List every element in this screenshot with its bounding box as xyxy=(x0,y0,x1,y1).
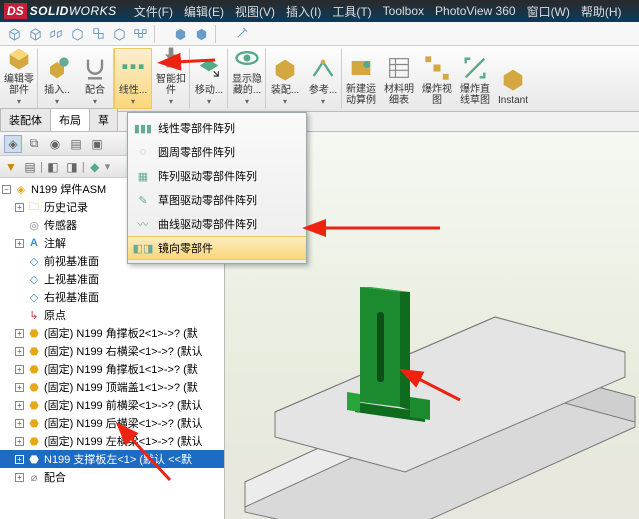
panel-tab-display-icon[interactable]: ◉ xyxy=(46,135,64,153)
pattern-driven-icon: ▦ xyxy=(134,167,152,185)
tree-origin[interactable]: ↳原点 xyxy=(0,306,224,324)
dd-curve-driven[interactable]: 〰曲线驱动零部件阵列 xyxy=(128,212,306,236)
panel-tab-other-icon[interactable]: ▣ xyxy=(88,135,106,153)
tree-opt2-icon[interactable]: ◨ xyxy=(63,158,81,176)
tree-display-icon[interactable]: ▤ xyxy=(21,158,39,176)
menu-view[interactable]: 视图(V) xyxy=(230,1,280,22)
menu-edit[interactable]: 编辑(E) xyxy=(179,1,229,22)
ribbon-edit-component[interactable]: 编辑零 部件▾ xyxy=(0,48,38,109)
ribbon-show-hide[interactable]: 显示隐 藏的...▾ xyxy=(228,48,266,109)
ribbon-explode-line-sketch[interactable]: 爆炸直 线草图 xyxy=(456,48,494,109)
ribbon-ref-geometry[interactable]: 参考...▾ xyxy=(304,48,342,109)
menu-file[interactable]: 文件(F) xyxy=(129,1,178,22)
tab-assembly[interactable]: 装配体 xyxy=(0,108,51,131)
dd-sketch-driven[interactable]: ✎草图驱动零部件阵列 xyxy=(128,188,306,212)
tree-opt3-icon[interactable]: ◆ xyxy=(86,158,104,176)
tree-part-1[interactable]: +⬣(固定) N199 右横梁<1>->? (默认 xyxy=(0,342,224,360)
ribbon-mate[interactable]: 配合▾ xyxy=(76,48,114,109)
tree-part-5[interactable]: +⬣(固定) N199 后横梁<1>->? (默认 xyxy=(0,414,224,432)
qbtn-cube4-icon[interactable] xyxy=(67,24,87,44)
qbtn-cube6-icon[interactable] xyxy=(109,24,129,44)
tree-part-2[interactable]: +⬣(固定) N199 角撑板1<1>->? (默 xyxy=(0,360,224,378)
ribbon: 编辑零 部件▾ 插入..▾ 配合▾ 线性...▾ 智能扣 件▾ 移动...▾ 显… xyxy=(0,46,639,112)
linear-pattern-icon: ▮▮▮ xyxy=(134,119,152,137)
panel-tab-tree-icon[interactable]: ◈ xyxy=(4,135,22,153)
logo: DS SOLIDWORKS xyxy=(4,3,117,19)
menu-help[interactable]: 帮助(H) xyxy=(576,1,627,22)
qbtn-cube2-icon[interactable] xyxy=(25,24,45,44)
quickbar xyxy=(0,22,639,46)
tab-layout[interactable]: 布局 xyxy=(50,108,90,131)
tree-part-6[interactable]: +⬣(固定) N199 左横梁<1>->? (默认 xyxy=(0,432,224,450)
tree-part-4[interactable]: +⬣(固定) N199 前横梁<1>->? (默认 xyxy=(0,396,224,414)
qbtn-tool-icon[interactable] xyxy=(231,24,251,44)
menu-toolbox[interactable]: Toolbox xyxy=(378,2,429,20)
qbtn-solid1-icon[interactable] xyxy=(170,24,190,44)
ribbon-bom[interactable]: 材料明 细表 xyxy=(380,48,418,109)
curve-driven-icon: 〰 xyxy=(134,215,152,233)
menu-insert[interactable]: 插入(I) xyxy=(281,1,326,22)
qbtn-solid2-icon[interactable] xyxy=(191,24,211,44)
panel-tab-annotation-icon[interactable]: ▤ xyxy=(67,135,85,153)
menu-window[interactable]: 窗口(W) xyxy=(522,1,575,22)
tree-mates[interactable]: +⌀配合 xyxy=(0,468,224,486)
ds-logo-icon: DS xyxy=(4,3,27,19)
dd-pattern-driven[interactable]: ▦阵列驱动零部件阵列 xyxy=(128,164,306,188)
dd-linear-pattern[interactable]: ▮▮▮线性零部件阵列 xyxy=(128,116,306,140)
linear-pattern-dropdown: ▮▮▮线性零部件阵列 ◌圆周零部件阵列 ▦阵列驱动零部件阵列 ✎草图驱动零部件阵… xyxy=(127,112,307,264)
qbtn-cube1-icon[interactable] xyxy=(4,24,24,44)
ribbon-linear-pattern[interactable]: 线性...▾ xyxy=(114,48,152,109)
titlebar: DS SOLIDWORKS 文件(F) 编辑(E) 视图(V) 插入(I) 工具… xyxy=(0,0,639,22)
sketch-driven-icon: ✎ xyxy=(134,191,152,209)
tree-filter-icon[interactable]: ▼ xyxy=(2,158,20,176)
tabstrip: 装配体 布局 草 xyxy=(0,112,639,132)
ribbon-move[interactable]: 移动...▾ xyxy=(190,48,228,109)
ribbon-exploded-view[interactable]: 爆炸视 图 xyxy=(418,48,456,109)
tree-part-selected[interactable]: +⬣N199 支撑板左<1> (默认 <<默 xyxy=(0,450,224,468)
app-name: SOLIDWORKS xyxy=(30,4,117,18)
circular-pattern-icon: ◌ xyxy=(134,143,152,161)
menu-tools[interactable]: 工具(T) xyxy=(327,1,376,22)
ribbon-insert[interactable]: 插入..▾ xyxy=(38,48,76,109)
tab-sketch[interactable]: 草 xyxy=(89,108,118,131)
tree-opt1-icon[interactable]: ◧ xyxy=(44,158,62,176)
qbtn-cube5-icon[interactable] xyxy=(88,24,108,44)
ribbon-new-motion-study[interactable]: 新建运 动算例 xyxy=(342,48,380,109)
mirror-components-icon: ◧◨ xyxy=(134,239,152,257)
ribbon-assembly-features[interactable]: 装配...▾ xyxy=(266,48,304,109)
qbtn-cube3-icon[interactable] xyxy=(46,24,66,44)
qbtn-cube7-icon[interactable] xyxy=(130,24,150,44)
dd-mirror-components[interactable]: ◧◨镜向零部件 xyxy=(128,236,306,260)
tree-plane-top[interactable]: ◇上视基准面 xyxy=(0,270,224,288)
menu-photoview[interactable]: PhotoView 360 xyxy=(430,2,521,20)
ribbon-smart-fastener[interactable]: 智能扣 件▾ xyxy=(152,48,190,109)
ribbon-instant3d[interactable]: Instant xyxy=(494,48,532,109)
dd-circular-pattern[interactable]: ◌圆周零部件阵列 xyxy=(128,140,306,164)
panel-tab-config-icon[interactable]: ⧉ xyxy=(25,135,43,153)
tree-part-3[interactable]: +⬣(固定) N199 顶端盖1<1>->? (默 xyxy=(0,378,224,396)
tree-part-0[interactable]: +⬣(固定) N199 角撑板2<1>->? (默 xyxy=(0,324,224,342)
tree-plane-right[interactable]: ◇右视基准面 xyxy=(0,288,224,306)
